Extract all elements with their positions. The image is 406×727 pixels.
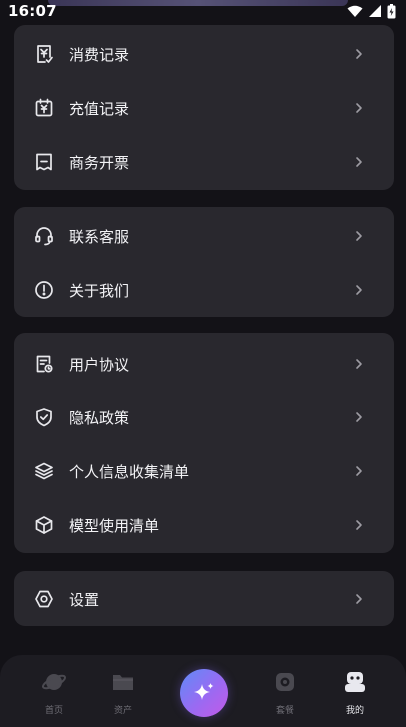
menu-item-label: 联系客服 [69, 227, 130, 246]
receipt-yen-icon [33, 43, 55, 65]
create-ai-button[interactable] [180, 669, 228, 717]
chevron-right-icon [356, 157, 362, 167]
invoice-icon [33, 151, 55, 173]
menu-item-settings[interactable]: 设置 [14, 572, 394, 626]
chevron-right-icon [356, 103, 362, 113]
tab-label: 资产 [113, 706, 132, 716]
wifi-icon [347, 5, 363, 17]
menu-item-label: 模型使用清单 [69, 516, 160, 535]
menu-item-label: 设置 [69, 590, 100, 609]
agreement-doc-icon [33, 353, 55, 375]
chevron-right-icon [356, 49, 362, 59]
tab-home[interactable]: 首页 [24, 669, 84, 716]
sparkle-icon [194, 683, 214, 700]
info-icon [33, 279, 55, 301]
menu-item-business-invoice[interactable]: 商务开票 [14, 135, 394, 189]
tab-mine[interactable]: 我的 [325, 669, 385, 716]
support-group: 联系客服 关于我们 [14, 207, 394, 317]
menu-item-user-agreement[interactable]: 用户协议 [14, 337, 394, 391]
menu-item-consumption-records[interactable]: 消费记录 [14, 27, 394, 81]
planet-icon [41, 669, 67, 695]
chevron-right-icon [356, 285, 362, 295]
tab-packages[interactable]: 套餐 [255, 669, 315, 716]
settings-group: 设置 [14, 571, 394, 626]
package-icon [272, 669, 298, 695]
menu-item-model-usage-list[interactable]: 模型使用清单 [14, 498, 394, 552]
cellular-signal-icon [369, 5, 381, 17]
battery-icon [387, 3, 396, 18]
tab-label: 首页 [44, 706, 63, 716]
menu-item-contact-support[interactable]: 联系客服 [14, 209, 394, 263]
cube-icon [33, 514, 55, 536]
tab-label: 我的 [345, 706, 364, 716]
menu-item-label: 个人信息收集清单 [69, 462, 190, 481]
menu-item-personal-info-list[interactable]: 个人信息收集清单 [14, 444, 394, 498]
menu-item-recharge-records[interactable]: 充值记录 [14, 81, 394, 135]
billing-group: 消费记录 充值记录 商务开票 [14, 25, 394, 190]
menu-item-label: 关于我们 [69, 281, 130, 300]
menu-item-privacy-policy[interactable]: 隐私政策 [14, 390, 394, 444]
menu-item-about-us[interactable]: 关于我们 [14, 263, 394, 317]
menu-item-label: 隐私政策 [69, 408, 130, 427]
legal-group: 用户协议 隐私政策 个人信息收集清单 模型使用清单 [14, 333, 394, 553]
chevron-right-icon [356, 359, 362, 369]
system-icons [347, 3, 396, 19]
menu-item-label: 消费记录 [69, 45, 130, 64]
tab-assets[interactable]: 资产 [93, 669, 153, 716]
layers-icon [33, 460, 55, 482]
chevron-right-icon [356, 594, 362, 604]
calendar-yen-icon [33, 97, 55, 119]
menu-item-label: 商务开票 [69, 153, 130, 172]
menu-item-label: 用户协议 [69, 355, 130, 374]
status-time: 16:07 [8, 2, 57, 20]
chevron-right-icon [356, 412, 362, 422]
chevron-right-icon [356, 466, 362, 476]
tab-label: 套餐 [275, 706, 294, 716]
status-bar: 16:07 [0, 0, 406, 22]
chevron-right-icon [356, 520, 362, 530]
robot-face-icon [342, 669, 368, 695]
headset-icon [33, 225, 55, 247]
settings-hexagon-icon [33, 588, 55, 610]
shield-check-icon [33, 406, 55, 428]
chevron-right-icon [356, 231, 362, 241]
folder-icon [110, 669, 136, 695]
menu-item-label: 充值记录 [69, 99, 130, 118]
